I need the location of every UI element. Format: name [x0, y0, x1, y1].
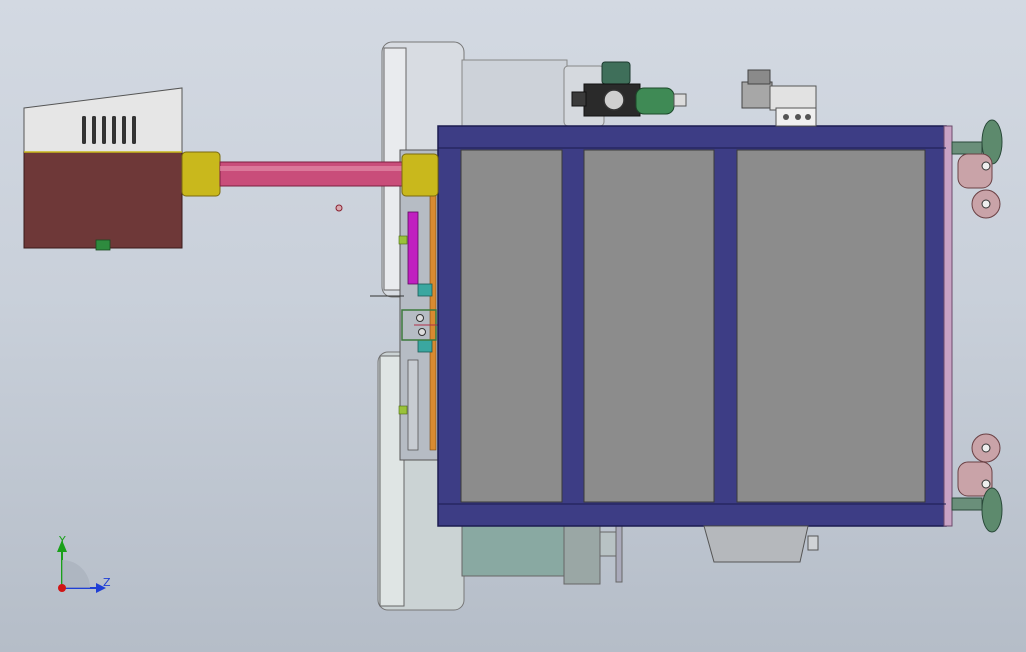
motor-body [23, 151, 183, 249]
caster-bottom-stem [951, 497, 983, 511]
discharge-hopper [703, 525, 819, 563]
main-frame-box [437, 125, 953, 527]
regulator-port-right [673, 93, 687, 107]
caster-top [951, 119, 1003, 219]
caster-bottom-wheel-outer [981, 487, 1003, 533]
pivot-pin-upper [416, 314, 424, 322]
regulator-head [601, 61, 631, 85]
x-axis-dot [58, 584, 66, 592]
pivot-pin-lower [418, 328, 426, 336]
magenta-cylinder [407, 211, 419, 285]
coupling-right [401, 153, 439, 197]
small-green-tab-lower [398, 405, 408, 415]
solenoid-coil [741, 81, 773, 109]
motor-assembly [23, 87, 183, 251]
solenoid-valve [741, 69, 817, 127]
caster-top-stem [951, 141, 983, 155]
solenoid-manifold [769, 85, 817, 111]
coordinate-triad: Y Z [57, 534, 111, 593]
motor-foot-plate [95, 239, 111, 251]
panel-right [736, 149, 926, 503]
bracket-bottom [615, 523, 623, 583]
z-axis-label: Z [103, 576, 111, 589]
y-axis-label: Y [58, 534, 66, 547]
regulator-gauge [603, 89, 625, 111]
flange-hub-bottom [461, 519, 568, 577]
caster-bottom [951, 433, 1003, 533]
assembly-drawing: Y Z [23, 41, 1003, 611]
flange-hub-top [461, 59, 568, 129]
coupling-left [181, 151, 221, 197]
frame-end-cap [943, 125, 953, 527]
hopper-body [703, 525, 809, 563]
triad-arc [62, 560, 90, 588]
regulator-green-canister [635, 87, 675, 115]
panel-middle [583, 149, 715, 503]
flange-hub-bottom-right [563, 521, 601, 585]
solenoid-connector [747, 69, 771, 85]
shaft [219, 161, 405, 187]
small-green-tab-upper [398, 235, 408, 245]
hopper-outlet [807, 535, 819, 551]
regulator-port-left [571, 91, 587, 107]
shaft-highlight [220, 166, 404, 171]
guide-rod-lower [407, 359, 419, 451]
orange-strip [429, 179, 437, 451]
teal-block-lower [417, 339, 433, 353]
small-marker [335, 204, 343, 212]
panel-left [460, 149, 563, 503]
caster-top-fork [957, 153, 993, 189]
cad-viewport[interactable]: Y Z [0, 0, 1026, 652]
teal-block-upper [417, 283, 433, 297]
